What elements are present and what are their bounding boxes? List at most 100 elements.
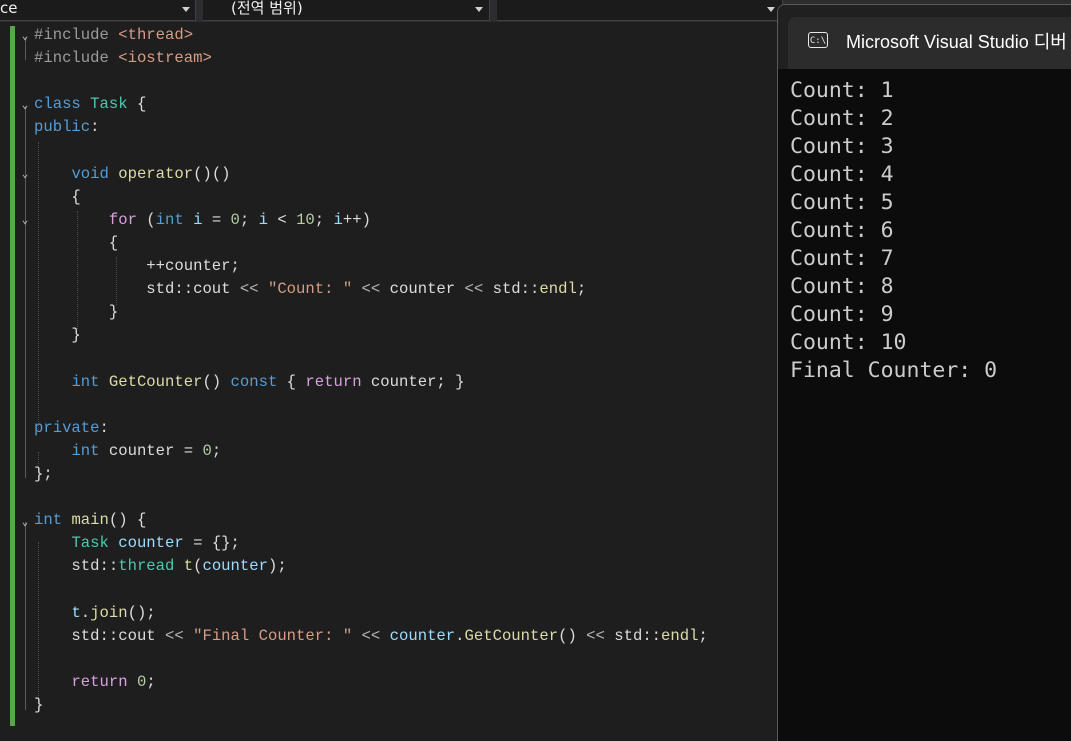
- code-token: Task: [90, 95, 128, 114]
- code-token: "Count: ": [267, 280, 353, 299]
- code-line[interactable]: void operator()(): [34, 163, 231, 186]
- code-line[interactable]: {: [34, 186, 81, 209]
- code-token: GetCounter: [108, 372, 203, 391]
- code-token: };: [34, 464, 53, 483]
- code-line[interactable]: #include <iostream>: [34, 47, 212, 70]
- code-line[interactable]: }: [34, 301, 118, 324]
- console-titlebar[interactable]: C:\ Microsoft Visual Studio 디버: [778, 5, 1071, 69]
- code-line[interactable]: std::cout << "Count: " << counter << std…: [34, 278, 586, 301]
- code-token: counter; }: [361, 372, 465, 391]
- code-token: ++): [342, 210, 371, 229]
- collapse-chevron-icon[interactable]: ⌄: [19, 168, 31, 180]
- console-tab[interactable]: C:\ Microsoft Visual Studio 디버: [788, 17, 1071, 69]
- code-token: counter: [389, 626, 456, 645]
- code-line[interactable]: return 0;: [34, 671, 155, 694]
- code-token: ;: [211, 441, 222, 460]
- code-token: GetCounter: [464, 626, 559, 645]
- project-combo[interactable]: ce: [0, 0, 196, 21]
- code-token: {: [277, 372, 306, 391]
- code-token: <: [267, 210, 297, 229]
- code-token: i: [333, 210, 343, 229]
- code-line[interactable]: t.join();: [34, 602, 156, 625]
- code-token: cout: [118, 626, 156, 645]
- console-output[interactable]: Count: 1 Count: 2 Count: 3 Count: 4 Count: 5…: [790, 77, 997, 385]
- code-line[interactable]: }: [34, 324, 80, 347]
- code-token: counter: [202, 557, 268, 576]
- code-token: ;: [314, 210, 334, 229]
- code-token: i: [258, 210, 268, 229]
- code-token: #include: [34, 26, 119, 44]
- code-line[interactable]: for (int i = 0; i < 10; i++): [34, 209, 371, 232]
- code-line[interactable]: Task counter = {};: [34, 532, 239, 555]
- code-token: public: [34, 118, 91, 137]
- console-output-line: Count: 1: [790, 78, 894, 103]
- console-output-line: Count: 4: [790, 162, 894, 187]
- code-token: 0: [230, 210, 240, 229]
- debug-console-window[interactable]: C:\ Microsoft Visual Studio 디버 Count: 1 C…: [777, 4, 1071, 741]
- code-token: operator: [118, 164, 194, 183]
- code-token: endl: [539, 280, 577, 299]
- scope-combo-label: (전역 범위): [231, 0, 303, 17]
- code-line[interactable]: }: [34, 694, 43, 717]
- code-token: <<: [352, 626, 390, 645]
- code-line[interactable]: public:: [34, 116, 100, 139]
- code-line[interactable]: {: [34, 232, 118, 255]
- console-output-line: Count: 8: [790, 274, 894, 299]
- code-line[interactable]: int GetCounter() const { return counter;…: [34, 371, 465, 394]
- console-output-line: Count: 9: [790, 302, 894, 327]
- console-output-line: Count: 10: [790, 330, 907, 355]
- code-token: {: [127, 95, 147, 114]
- collapse-chevron-icon[interactable]: ⌄: [19, 516, 31, 528]
- code-token: return: [305, 372, 362, 391]
- code-token: ;: [576, 280, 587, 299]
- code-line[interactable]: ++counter;: [34, 255, 240, 278]
- terminal-icon: C:\: [808, 32, 828, 48]
- code-token: private: [34, 418, 100, 437]
- code-line[interactable]: int main() {: [34, 509, 146, 532]
- code-token: t: [183, 557, 194, 576]
- code-token: <<: [455, 280, 493, 299]
- code-token: return: [71, 672, 128, 691]
- code-token: ;: [239, 210, 259, 229]
- code-line[interactable]: private:: [34, 417, 109, 440]
- console-output-line: Count: 5: [790, 190, 894, 215]
- code-line[interactable]: std::thread t(counter);: [34, 555, 286, 578]
- code-token: =: [202, 210, 231, 229]
- code-token: std::: [34, 626, 119, 645]
- collapse-chevron-icon[interactable]: ⌄: [19, 30, 31, 42]
- code-token: counter =: [108, 441, 203, 460]
- code-token: std::: [492, 280, 540, 299]
- code-line[interactable]: int counter = 0;: [34, 440, 221, 463]
- code-token: <<: [576, 626, 615, 645]
- member-combo[interactable]: [497, 0, 783, 21]
- code-token: {: [34, 187, 81, 206]
- code-token: ()(): [193, 164, 231, 183]
- code-token: ;: [698, 626, 708, 645]
- collapse-chevron-icon[interactable]: ⌄: [19, 214, 31, 226]
- change-tracking-bar: [10, 26, 15, 726]
- chevron-down-icon: [182, 7, 190, 12]
- collapse-chevron-icon[interactable]: ⌄: [19, 99, 31, 111]
- console-output-line: Count: 7: [790, 246, 894, 271]
- code-token: ();: [127, 603, 156, 622]
- code-line[interactable]: };: [34, 463, 53, 486]
- scope-combo[interactable]: (전역 범위): [203, 0, 490, 21]
- outline-line: [25, 106, 26, 478]
- code-token: 0: [202, 441, 212, 460]
- code-token: class: [34, 95, 91, 114]
- code-editor[interactable]: ⌄ ⌄ ⌄ ⌄ ⌄ #include <thread> #include <ios…: [0, 22, 778, 734]
- code-token: 10: [296, 210, 315, 229]
- code-token: std::: [614, 626, 662, 645]
- code-token: <<: [352, 280, 390, 299]
- code-token: int: [71, 372, 109, 391]
- code-token: () {: [108, 511, 147, 530]
- console-output-line: Count: 3: [790, 134, 894, 159]
- code-line[interactable]: #include <thread>: [34, 24, 193, 47]
- outline-line: [25, 522, 26, 710]
- code-line[interactable]: std::cout << "Final Counter: " << counte…: [34, 625, 708, 648]
- code-line[interactable]: class Task {: [34, 93, 146, 116]
